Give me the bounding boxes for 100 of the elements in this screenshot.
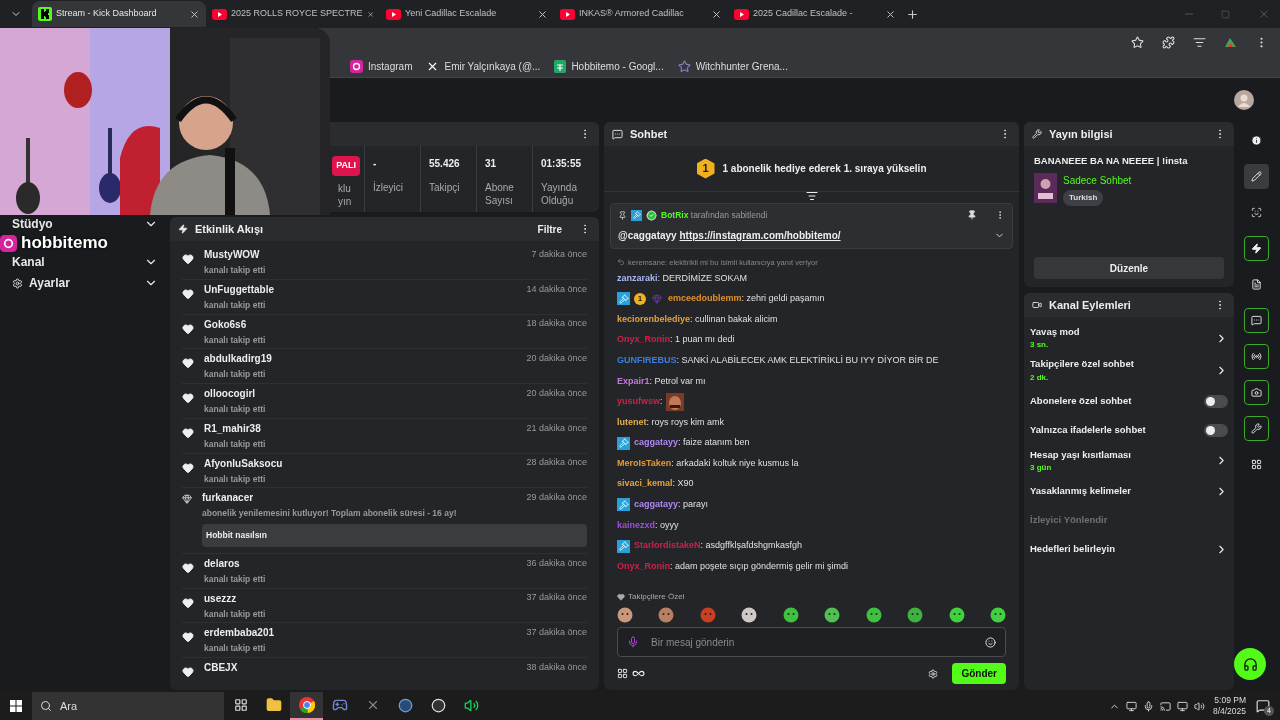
- emoji-icon[interactable]: [985, 637, 996, 648]
- gift-banner-text: 1 abonelik hediye ederek 1. sıraya yükselin: [722, 162, 927, 176]
- browser-icon[interactable]: [298, 697, 315, 713]
- panel-title: Yayın bilgisi: [1049, 126, 1113, 142]
- event-username: MustyWOW: [204, 248, 261, 262]
- chat-message: StarlordistakeN: asdgffklşafdshgmkasfgh: [634, 539, 802, 553]
- browser-tab[interactable]: 2025 ROLLS ROYCE SPECTRE: [206, 1, 380, 27]
- action-label: Hesap yaşı kısıtlaması: [1030, 447, 1132, 462]
- lightning-icon: [178, 224, 188, 234]
- lightning-icon[interactable]: [1244, 236, 1269, 261]
- bookmark[interactable]: Hobbitemo - Googl...: [554, 59, 664, 74]
- volume-icon[interactable]: [1193, 700, 1205, 712]
- filter-button[interactable]: Filtre: [537, 221, 562, 237]
- emote-icon[interactable]: [782, 607, 799, 623]
- taskbar-search[interactable]: Ara: [32, 692, 224, 720]
- event-time: 14 dakika önce: [526, 282, 587, 296]
- close-icon[interactable]: [711, 8, 722, 20]
- event-username: abdulkadirg19: [204, 352, 273, 367]
- chat-message: Expair1: Petrol var mı: [617, 374, 706, 388]
- camera-icon: [1032, 300, 1042, 310]
- chat-icon[interactable]: [1244, 308, 1269, 333]
- browser-tab[interactable]: Stream - Kick Dashboard: [32, 1, 206, 27]
- microphone-icon[interactable]: [627, 636, 639, 648]
- broadcast-icon[interactable]: [1244, 344, 1269, 369]
- sidebar-item[interactable]: Stüdyo: [12, 216, 158, 232]
- gamepad-icon[interactable]: [331, 697, 348, 713]
- sidebar-item[interactable]: Kanal: [12, 254, 158, 270]
- category-link[interactable]: Sadece Sohbet: [1063, 173, 1132, 189]
- emote-icon[interactable]: [907, 607, 924, 623]
- edit-button[interactable]: Düzenle: [1034, 257, 1224, 279]
- emote-icon[interactable]: [617, 607, 633, 623]
- emote-icon[interactable]: [658, 607, 675, 623]
- close-icon[interactable]: [537, 8, 548, 20]
- channel-action[interactable]: Yavaş mod 3 sn.: [1030, 322, 1228, 355]
- extensions-icon[interactable]: [1162, 35, 1175, 49]
- event-time: 20 dakika önce: [526, 352, 587, 365]
- dots-icon[interactable]: [617, 668, 628, 679]
- emote-icon[interactable]: [865, 607, 882, 623]
- bookmark[interactable]: Instagram: [350, 59, 413, 74]
- panel-title: Kanal Eylemleri: [1049, 297, 1131, 313]
- action-label: Abonelere özel sohbet: [1030, 393, 1133, 408]
- bookmark[interactable]: Emir Yalçınkaya (@...: [426, 59, 541, 74]
- headset-icon[interactable]: [1242, 656, 1258, 672]
- event-description: kanalı takip etti: [204, 572, 267, 586]
- channel-action[interactable]: Yalnızca ifadelerle sohbet: [1030, 415, 1228, 445]
- event-time: 29 dakika önce: [526, 491, 587, 504]
- moderator-badge-icon: [617, 498, 630, 512]
- status-badge: PALI: [332, 156, 360, 176]
- search-placeholder: Ara: [60, 698, 78, 714]
- event-time: 28 dakika önce: [526, 456, 587, 470]
- camera-icon[interactable]: [1244, 380, 1269, 405]
- chat-message: caggatayy: faize atanım ben: [634, 436, 750, 450]
- emote-icon[interactable]: [989, 607, 1006, 623]
- event-time: 38 dakika önce: [526, 660, 587, 674]
- message-input[interactable]: Bir mesaj gönderin: [617, 627, 1006, 657]
- toggle-switch[interactable]: [1204, 423, 1228, 437]
- heart-icon: [182, 357, 194, 370]
- event-username: Goko6s6: [204, 317, 248, 332]
- new-tab-icon[interactable]: [906, 7, 919, 21]
- emote-icon[interactable]: [948, 607, 965, 623]
- spreadsheet-icon: [554, 60, 567, 73]
- heart-icon: [182, 631, 194, 644]
- channel-action[interactable]: Hedefleri belirleyin: [1030, 534, 1228, 564]
- folder-icon[interactable]: [265, 697, 282, 713]
- channel-action[interactable]: Yasaklanmış kelimeler: [1030, 476, 1228, 506]
- close-icon[interactable]: [885, 8, 896, 20]
- channel-action[interactable]: Abonelere özel sohbet: [1030, 386, 1228, 416]
- instagram-link[interactable]: https://instagram.com/hobbitemo/: [679, 229, 841, 241]
- sidebar-item[interactable]: Ayarlar: [12, 275, 158, 291]
- emote-icon[interactable]: [824, 607, 841, 623]
- event-description: kanalı takip etti: [204, 368, 267, 381]
- start-icon[interactable]: [10, 700, 22, 712]
- event-username: furkanacer: [202, 491, 255, 506]
- panel-title: Etkinlik Akışı: [195, 221, 264, 237]
- event-username: erdembaba201: [204, 626, 276, 641]
- unpin-icon[interactable]: [967, 210, 977, 221]
- network-icon[interactable]: [1176, 700, 1188, 712]
- emote-icon[interactable]: [741, 607, 758, 623]
- close-icon[interactable]: [189, 8, 200, 20]
- task-view-icon[interactable]: [233, 698, 248, 712]
- heart-icon: [182, 561, 194, 574]
- toggle-switch[interactable]: [1204, 394, 1228, 408]
- heart-icon: [182, 666, 194, 678]
- bookmark-star-icon[interactable]: [1131, 35, 1144, 49]
- event-description: kanalı takip etti: [204, 264, 267, 277]
- browser-tab[interactable]: INKAS® Armored Cadillac: [554, 1, 728, 27]
- wrench-icon[interactable]: [1244, 416, 1269, 441]
- bookmark[interactable]: Witchhunter Grena...: [677, 59, 788, 74]
- channel-action[interactable]: Hesap yaşı kısıtlaması 3 gün: [1030, 444, 1228, 477]
- cast-icon[interactable]: [1159, 700, 1171, 712]
- browser-tab[interactable]: 2025 Cadillac Escalade -: [728, 1, 902, 27]
- display-icon[interactable]: [1125, 700, 1137, 712]
- settings-icon[interactable]: [928, 668, 939, 679]
- browser-tab[interactable]: Yeni Cadillac Escalade: [380, 1, 554, 27]
- channel-action[interactable]: Takipçilere özel sohbet 2 dk.: [1030, 354, 1228, 387]
- microphone-icon[interactable]: [1142, 700, 1154, 712]
- avatar-icon[interactable]: [1234, 90, 1254, 110]
- stat-value: -: [373, 157, 378, 171]
- pencil-icon[interactable]: [1244, 164, 1269, 189]
- send-button[interactable]: Gönder: [952, 663, 1006, 684]
